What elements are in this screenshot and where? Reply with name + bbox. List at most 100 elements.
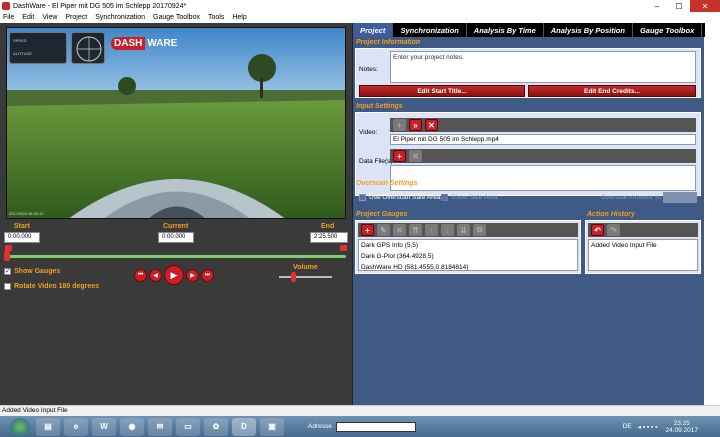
notes-label: Notes:	[359, 66, 378, 73]
menu-tools[interactable]: Tools	[208, 14, 224, 21]
use-overscan-label: Use Overscan Safe Area	[369, 194, 441, 201]
use-overscan-checkbox[interactable]	[359, 194, 366, 201]
rotate-video-checkbox[interactable]	[4, 283, 11, 290]
windows-taskbar: ▤ e W ◉ ✉ ▭ ✿ D ▣ Adresse DE ◂ ▪ ▪ ▪ ▪ 2…	[0, 416, 720, 437]
current-time-field[interactable]: 0:00.000	[158, 232, 194, 243]
firefox-icon[interactable]: ◉	[120, 417, 144, 436]
play-button[interactable]: ▶	[164, 265, 184, 285]
volume-label: Volume	[293, 264, 318, 271]
gauges-list[interactable]: Dark GPS Info (5,5) Dark G-Plot (364.492…	[358, 239, 578, 271]
skip-to-start-button[interactable]: ⏮	[134, 268, 147, 282]
video-file-field[interactable]: El Piper mit DG 505 im Schlepp.mp4	[390, 134, 696, 145]
history-list[interactable]: Added Video Input File	[588, 239, 698, 271]
move-top-icon: ⇈	[409, 224, 422, 236]
dashware-taskbar-icon[interactable]: D	[232, 417, 256, 436]
menu-synchronization[interactable]: Synchronization	[95, 14, 145, 21]
move-up-icon: ↑	[425, 224, 438, 236]
remove-data-file-icon: ✕	[409, 150, 422, 162]
show-gauges-label: Show Gauges	[14, 268, 61, 275]
data-files-toolstrip: + ✕	[390, 149, 696, 163]
copy-gauge-icon: ⧉	[473, 224, 486, 236]
undo-icon[interactable]: ↶	[591, 224, 604, 236]
project-information-panel: Notes: Enter your project notes. Edit St…	[355, 48, 701, 98]
project-information-header: Project Information	[356, 39, 421, 46]
dashware-app-icon	[2, 2, 10, 10]
notes-field[interactable]: Enter your project notes.	[390, 51, 696, 83]
video-label: Video:	[359, 129, 378, 136]
explorer-taskbar-icon[interactable]: ▤	[36, 417, 60, 436]
menu-file[interactable]: File	[3, 14, 14, 21]
address-input[interactable]	[335, 421, 416, 432]
add-gauge-icon[interactable]: +	[361, 224, 374, 236]
volume-slider-track[interactable]	[279, 276, 332, 278]
window-title: DashWare - El Piper mit DG 505 im Schlep…	[13, 2, 187, 10]
end-time-field[interactable]: 2:25.500	[310, 232, 348, 243]
gauge-list-item[interactable]: Dark GPS Info (5,5)	[359, 240, 577, 251]
step-back-button[interactable]: ◀	[149, 268, 162, 282]
menu-edit[interactable]: Edit	[22, 14, 34, 21]
add-data-file-icon[interactable]: +	[393, 150, 406, 162]
start-time-field[interactable]: 0:00.000	[4, 232, 40, 243]
step-forward-button[interactable]: ▶	[186, 268, 199, 282]
end-marker-icon[interactable]	[340, 245, 347, 251]
show-gauges-option[interactable]: ✓ Show Gauges	[4, 268, 60, 275]
edit-start-title-button[interactable]: Edit Start Title...	[359, 85, 525, 97]
input-settings-header: Input Settings	[356, 103, 403, 110]
tab-synchronization[interactable]: Synchronization	[393, 23, 467, 37]
menu-help[interactable]: Help	[232, 14, 246, 21]
show-gauges-checkbox[interactable]: ✓	[4, 268, 11, 275]
history-toolstrip: ↶ ↷	[588, 223, 698, 237]
menu-gauge-toolbox[interactable]: Gauge Toolbox	[153, 14, 200, 21]
close-button[interactable]: ✕	[690, 0, 720, 12]
gplot-gauge-overlay	[71, 32, 105, 64]
tab-bar: Project Synchronization Analysis By Time…	[353, 23, 705, 37]
clock[interactable]: 23:25 24.09.2017	[665, 420, 698, 434]
sync-video-icon[interactable]: »	[409, 119, 422, 131]
folder-icon[interactable]: ▭	[176, 417, 200, 436]
minimize-button[interactable]: –	[646, 0, 668, 12]
skip-to-end-button[interactable]: ⏭	[201, 268, 214, 282]
logo-part-b: WARE	[147, 38, 178, 49]
gps-gauge-overlay: SPEED ALTITUDE	[9, 32, 67, 64]
data-files-list[interactable]	[390, 165, 696, 191]
gauge-list-item[interactable]: Dark G-Plot (364.4928,5)	[359, 251, 577, 262]
rotate-video-label: Rotate Video 180 degrees	[14, 283, 100, 290]
picasa-icon[interactable]: ✿	[204, 417, 228, 436]
word-icon[interactable]: W	[92, 417, 116, 436]
preview-pane: SPEED ALTITUDE DASH WARE 20170924 15:55:1…	[0, 23, 352, 405]
tab-analysis-by-time[interactable]: Analysis By Time	[467, 23, 544, 37]
project-gauges-header: Project Gauges	[356, 211, 408, 218]
video-app-icon[interactable]: ▣	[260, 417, 284, 436]
action-history-panel: ↶ ↷ Added Video Input File	[585, 220, 701, 274]
internet-explorer-icon[interactable]: e	[64, 417, 88, 436]
timeline-track[interactable]	[7, 255, 346, 258]
gauge-list-item[interactable]: DashWare HD (581.4555,0.8184814)	[359, 262, 577, 273]
edit-end-credits-button[interactable]: Edit End Credits...	[528, 85, 696, 97]
menu-project[interactable]: Project	[65, 14, 87, 21]
overscan-amount-stepper	[663, 192, 697, 203]
language-indicator[interactable]: DE	[623, 423, 632, 430]
start-label: Start	[14, 223, 30, 230]
tab-analysis-by-position[interactable]: Analysis By Position	[544, 23, 633, 37]
show-safe-area-checkbox	[441, 194, 448, 201]
tray-icons[interactable]: ◂ ▪ ▪ ▪ ▪	[638, 423, 658, 431]
history-list-item[interactable]: Added Video Input File	[589, 240, 697, 251]
maximize-button[interactable]: ☐	[668, 0, 690, 12]
rotate-video-option[interactable]: Rotate Video 180 degrees	[4, 283, 99, 290]
menu-view[interactable]: View	[42, 14, 57, 21]
video-preview[interactable]: SPEED ALTITUDE DASH WARE 20170924 15:55:1…	[6, 27, 346, 219]
add-video-icon: +	[393, 119, 406, 131]
move-down-icon: ↓	[441, 224, 454, 236]
volume-slider-thumb[interactable]	[291, 272, 297, 282]
start-button[interactable]	[10, 417, 30, 436]
dashware-logo: DASH WARE	[111, 37, 181, 55]
tab-gauge-toolbox[interactable]: Gauge Toolbox	[633, 23, 703, 37]
remove-video-icon[interactable]: ✕	[425, 119, 438, 131]
tab-project[interactable]: Project	[353, 23, 394, 37]
system-tray: DE ◂ ▪ ▪ ▪ ▪ 23:25 24.09.2017	[623, 416, 698, 437]
move-bottom-icon: ⇊	[457, 224, 470, 236]
timeline-scrubber[interactable]	[4, 251, 10, 261]
speed-gauge-label: SPEED	[13, 38, 27, 43]
status-bar: Added Video Input File	[0, 405, 720, 416]
mail-icon[interactable]: ✉	[148, 417, 172, 436]
